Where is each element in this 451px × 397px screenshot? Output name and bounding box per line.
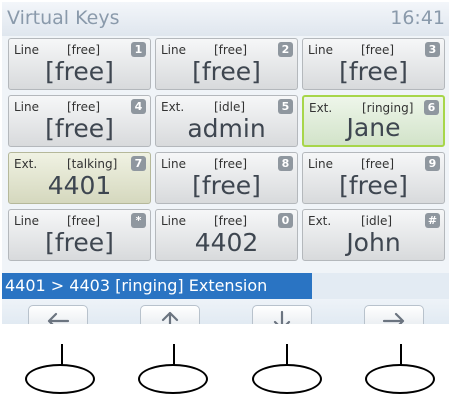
key-number-badge: 5 <box>278 99 293 114</box>
key-number-badge: * <box>131 213 146 228</box>
key-status: [idle] <box>214 100 246 114</box>
key-number-badge: 1 <box>131 42 146 57</box>
key-type: Ext. <box>14 157 38 171</box>
arrow-left-icon <box>47 312 70 324</box>
key-type: Line <box>308 157 334 171</box>
key-label: [free] <box>192 57 261 86</box>
virtual-key-8[interactable]: Line [free] 8 [free] <box>155 152 298 204</box>
virtual-key-2[interactable]: Line [free] 2 [free] <box>155 38 298 90</box>
key-status: [free] <box>214 43 248 57</box>
key-type: Ext. <box>161 100 185 114</box>
key-number-badge: # <box>425 213 440 228</box>
softkey-down-button[interactable] <box>252 305 312 324</box>
arrow-up-icon <box>161 311 179 324</box>
hardkey-1[interactable] <box>25 364 95 394</box>
key-label: [free] <box>45 114 114 143</box>
key-number-badge: 4 <box>131 99 146 114</box>
virtual-key-0[interactable]: Line [free] 0 4402 <box>155 209 298 261</box>
softkey-left-button[interactable] <box>28 305 88 324</box>
softkey-right-button[interactable] <box>364 305 424 324</box>
key-number-badge: 2 <box>278 42 293 57</box>
virtual-key-7[interactable]: Ext. [talking] 7 4401 <box>8 152 151 204</box>
key-type: Line <box>308 43 334 57</box>
hardkey-2[interactable] <box>138 364 208 394</box>
key-label: admin <box>187 114 266 143</box>
key-number-badge: 0 <box>278 213 293 228</box>
header: Virtual Keys 16:41 <box>2 2 449 36</box>
key-type: Line <box>14 100 40 114</box>
key-label: [free] <box>45 228 114 257</box>
arrow-down-icon <box>273 310 291 324</box>
virtual-key-1[interactable]: Line [free] 1 [free] <box>8 38 151 90</box>
key-type: Line <box>14 214 40 228</box>
virtual-key-4[interactable]: Line [free] 4 [free] <box>8 95 151 147</box>
key-type: Line <box>161 43 187 57</box>
hardkey-connector-4 <box>400 344 402 365</box>
key-number-badge: 3 <box>425 42 440 57</box>
key-status: [free] <box>67 100 101 114</box>
arrow-right-icon <box>382 312 405 324</box>
hardkey-4[interactable] <box>365 364 435 394</box>
phone-screen: Virtual Keys 16:41 Line [free] 1 [free] … <box>2 2 449 324</box>
key-type: Line <box>161 157 187 171</box>
softkey-bar <box>2 299 449 324</box>
key-type: Ext. <box>308 214 332 228</box>
key-status: [talking] <box>67 157 118 171</box>
virtual-key-star[interactable]: Line [free] * [free] <box>8 209 151 261</box>
virtual-key-6[interactable]: Ext. [ringing] 6 Jane <box>302 95 445 147</box>
key-label: Jane <box>346 113 401 142</box>
key-status: [free] <box>214 157 248 171</box>
key-number-badge: 9 <box>425 156 440 171</box>
virtual-key-3[interactable]: Line [free] 3 [free] <box>302 38 445 90</box>
key-label: [free] <box>192 171 261 200</box>
key-number-badge: 8 <box>278 156 293 171</box>
key-label: 4401 <box>47 171 112 200</box>
key-status: [free] <box>361 157 395 171</box>
key-type: Line <box>14 43 40 57</box>
status-bar-filler <box>312 273 449 299</box>
key-label: [free] <box>45 57 114 86</box>
key-status: [free] <box>67 43 101 57</box>
hardkey-connector-2 <box>173 344 175 365</box>
virtual-key-9[interactable]: Line [free] 9 [free] <box>302 152 445 204</box>
key-status: [free] <box>67 214 101 228</box>
virtual-keys-grid: Line [free] 1 [free] Line [free] 2 [free… <box>8 38 448 261</box>
key-type: Line <box>161 214 187 228</box>
hardkey-3[interactable] <box>252 364 322 394</box>
key-label: [free] <box>339 57 408 86</box>
hardkey-connector-1 <box>61 344 63 365</box>
key-label: John <box>346 228 401 257</box>
call-status-bar: 4401 > 4403 [ringing] Extension <box>2 273 312 299</box>
virtual-key-hash[interactable]: Ext. [idle] # John <box>302 209 445 261</box>
clock: 16:41 <box>390 7 445 29</box>
page-title: Virtual Keys <box>7 7 120 29</box>
key-status: [free] <box>214 214 248 228</box>
key-number-badge: 7 <box>131 156 146 171</box>
hardkey-connector-3 <box>286 344 288 365</box>
softkey-up-button[interactable] <box>140 305 200 324</box>
key-label: 4402 <box>194 228 259 257</box>
virtual-key-5[interactable]: Ext. [idle] 5 admin <box>155 95 298 147</box>
key-status: [free] <box>361 43 395 57</box>
key-status: [idle] <box>361 214 393 228</box>
key-label: [free] <box>339 171 408 200</box>
